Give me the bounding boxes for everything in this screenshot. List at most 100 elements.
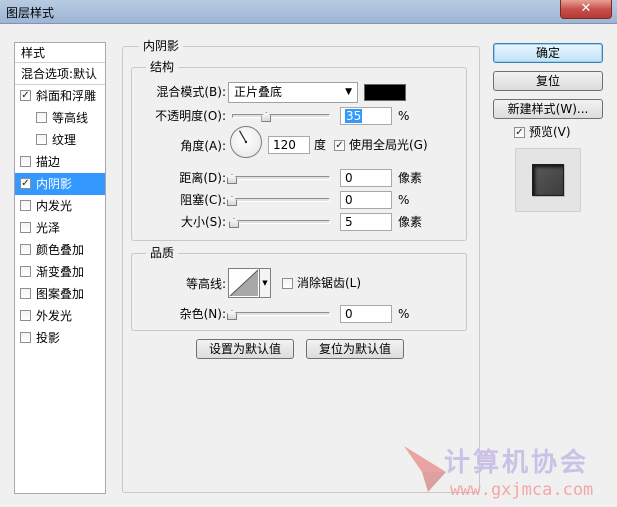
shadow-color-swatch[interactable] bbox=[364, 84, 406, 101]
size-value: 5 bbox=[345, 215, 353, 229]
window-title: 图层样式 bbox=[6, 6, 55, 20]
style-item-checkbox[interactable] bbox=[36, 112, 47, 123]
style-item-checkbox[interactable] bbox=[20, 222, 31, 233]
blend-options-item[interactable]: 混合选项:默认 bbox=[15, 63, 105, 85]
opacity-slider-track[interactable] bbox=[232, 114, 330, 118]
opacity-unit: % bbox=[398, 109, 410, 123]
new-style-button[interactable]: 新建样式(W)... bbox=[493, 99, 603, 119]
close-icon: ✕ bbox=[580, 1, 592, 16]
opacity-input[interactable]: 35 bbox=[340, 107, 392, 125]
styles-header[interactable]: 样式 bbox=[15, 43, 105, 63]
style-item-label: 图案叠加 bbox=[36, 287, 85, 301]
quality-group: 品质 等高线: ▼ 消除锯齿(L) 杂色(N): 0 % bbox=[131, 246, 467, 331]
size-input[interactable]: 5 bbox=[340, 213, 392, 231]
reset-default-button[interactable]: 复位为默认值 bbox=[306, 339, 404, 359]
distance-slider-track[interactable] bbox=[232, 176, 330, 180]
angle-value: 120 bbox=[273, 138, 296, 152]
style-item[interactable]: 描边 bbox=[15, 151, 105, 173]
dialog-body: 样式 混合选项:默认 ✓ 斜面和浮雕等高线纹理描边 ✓ 内阴影内发光光泽颜色叠加渐变叠… bbox=[6, 30, 611, 501]
style-item[interactable]: 渐变叠加 bbox=[15, 261, 105, 283]
opacity-value: 35 bbox=[345, 109, 363, 123]
style-item-label: 光泽 bbox=[36, 221, 61, 235]
style-item[interactable]: 投影 bbox=[15, 327, 105, 349]
size-label: 大小(S): bbox=[180, 215, 226, 229]
angle-input[interactable]: 120 bbox=[268, 136, 310, 154]
structure-title: 结构 bbox=[146, 60, 179, 74]
angle-unit: 度 bbox=[314, 138, 327, 152]
quality-title: 品质 bbox=[146, 246, 179, 260]
choke-value: 0 bbox=[345, 193, 353, 207]
watermark-url: www.gxjmca.com bbox=[450, 480, 594, 500]
blend-mode-select[interactable]: 正片叠底 ▼ bbox=[228, 82, 358, 103]
noise-value: 0 bbox=[345, 307, 353, 321]
choke-label: 阻塞(C): bbox=[180, 193, 226, 207]
reset-button[interactable]: 复位 bbox=[493, 71, 603, 91]
angle-dial[interactable] bbox=[230, 126, 262, 158]
style-item[interactable]: 纹理 bbox=[15, 129, 105, 151]
watermark: 计算机协会 www.gxjmca.com bbox=[402, 440, 602, 502]
distance-value: 0 bbox=[345, 171, 353, 185]
style-item-label: 内发光 bbox=[36, 199, 73, 213]
style-items: ✓ 斜面和浮雕等高线纹理描边 ✓ 内阴影内发光光泽颜色叠加渐变叠加图案叠加外发光投影 bbox=[15, 85, 105, 349]
contour-dropdown[interactable]: ▼ bbox=[260, 268, 271, 298]
style-item-checkbox[interactable] bbox=[20, 288, 31, 299]
noise-label: 杂色(N): bbox=[179, 307, 226, 321]
style-item[interactable]: 内发光 bbox=[15, 195, 105, 217]
distance-label: 距离(D): bbox=[179, 171, 226, 185]
global-light-checkbox[interactable]: ✓ bbox=[334, 140, 345, 151]
style-item-checkbox[interactable]: ✓ bbox=[20, 90, 31, 101]
close-button[interactable]: ✕ bbox=[560, 0, 612, 19]
style-item[interactable]: ✓ 内阴影 bbox=[15, 173, 105, 195]
distance-input[interactable]: 0 bbox=[340, 169, 392, 187]
watermark-logo-icon bbox=[404, 446, 446, 492]
choke-input[interactable]: 0 bbox=[340, 191, 392, 209]
inner-shadow-title: 内阴影 bbox=[139, 39, 184, 53]
angle-label: 角度(A): bbox=[180, 139, 226, 153]
preview-checkbox[interactable]: ✓ bbox=[514, 127, 525, 138]
style-item-label: 颜色叠加 bbox=[36, 243, 85, 257]
style-item-label: 斜面和浮雕 bbox=[36, 89, 97, 103]
contour-label: 等高线: bbox=[185, 277, 226, 291]
preview-swatch bbox=[532, 164, 564, 196]
antialias-label: 消除锯齿(L) bbox=[297, 276, 362, 290]
opacity-label: 不透明度(O): bbox=[155, 109, 226, 123]
noise-unit: % bbox=[398, 307, 410, 321]
style-item[interactable]: ✓ 斜面和浮雕 bbox=[15, 85, 105, 107]
style-item[interactable]: 等高线 bbox=[15, 107, 105, 129]
angle-dial-needle bbox=[238, 130, 248, 144]
style-item-label: 纹理 bbox=[52, 133, 77, 147]
style-item-checkbox[interactable] bbox=[20, 266, 31, 277]
style-item[interactable]: 外发光 bbox=[15, 305, 105, 327]
contour-picker[interactable] bbox=[228, 268, 260, 298]
style-item[interactable]: 光泽 bbox=[15, 217, 105, 239]
style-preview bbox=[515, 148, 581, 212]
style-item-checkbox[interactable] bbox=[36, 134, 47, 145]
style-item-checkbox[interactable] bbox=[20, 244, 31, 255]
style-item-label: 等高线 bbox=[52, 111, 89, 125]
style-item[interactable]: 颜色叠加 bbox=[15, 239, 105, 261]
watermark-text: 计算机协会 bbox=[444, 448, 590, 478]
style-item-checkbox[interactable] bbox=[20, 310, 31, 321]
style-item[interactable]: 图案叠加 bbox=[15, 283, 105, 305]
style-item-checkbox[interactable]: ✓ bbox=[20, 178, 31, 189]
style-item-label: 内阴影 bbox=[36, 177, 73, 191]
choke-slider-track[interactable] bbox=[232, 198, 330, 202]
size-slider-track[interactable] bbox=[232, 220, 330, 224]
inner-shadow-group: 内阴影 结构 混合模式(B): 正片叠底 ▼ 不透明度(O): 35 % 角度(… bbox=[122, 39, 480, 493]
style-item-label: 描边 bbox=[36, 155, 61, 169]
style-item-label: 投影 bbox=[36, 331, 61, 345]
style-item-checkbox[interactable] bbox=[20, 332, 31, 343]
style-item-checkbox[interactable] bbox=[20, 200, 31, 211]
ok-button[interactable]: 确定 bbox=[493, 43, 603, 63]
noise-input[interactable]: 0 bbox=[340, 305, 392, 323]
make-default-button[interactable]: 设置为默认值 bbox=[196, 339, 294, 359]
style-item-label: 渐变叠加 bbox=[36, 265, 85, 279]
noise-slider-track[interactable] bbox=[232, 312, 330, 316]
preview-label: 预览(V) bbox=[529, 125, 571, 139]
styles-list: 样式 混合选项:默认 ✓ 斜面和浮雕等高线纹理描边 ✓ 内阴影内发光光泽颜色叠加渐变叠… bbox=[14, 42, 106, 494]
antialias-checkbox[interactable] bbox=[282, 278, 293, 289]
chevron-down-icon: ▼ bbox=[262, 279, 268, 287]
blend-mode-value: 正片叠底 bbox=[234, 85, 283, 99]
style-item-label: 外发光 bbox=[36, 309, 73, 323]
style-item-checkbox[interactable] bbox=[20, 156, 31, 167]
